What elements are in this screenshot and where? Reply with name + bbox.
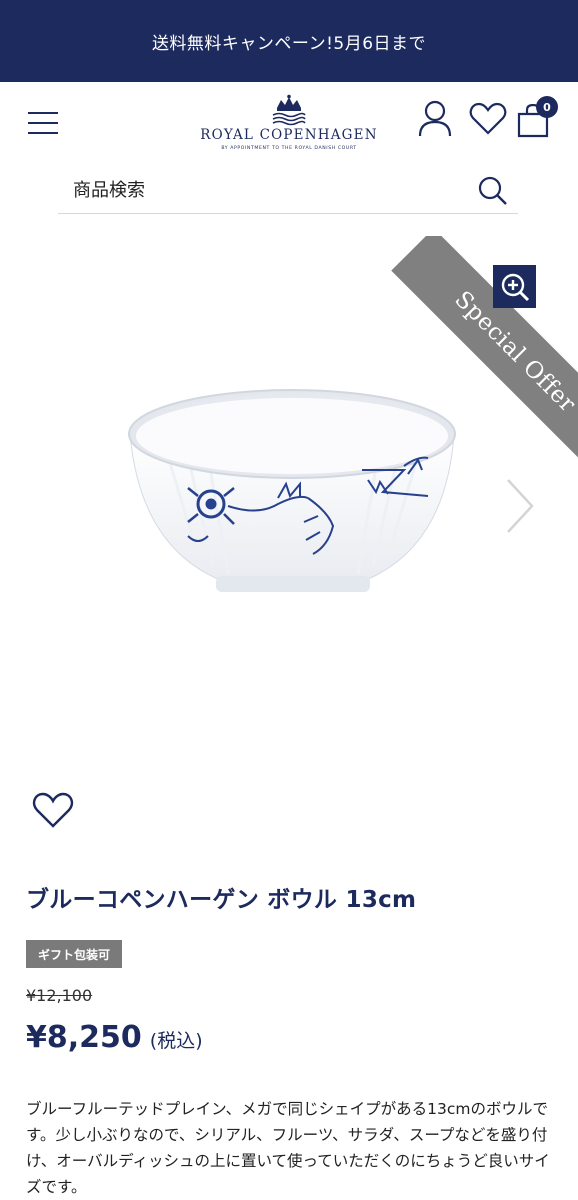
price-value: ¥8,250	[26, 1020, 142, 1055]
search-bar	[58, 166, 518, 214]
hamburger-menu-icon[interactable]	[28, 110, 58, 136]
gift-wrap-badge: ギフト包装可	[26, 940, 123, 968]
zoom-button[interactable]	[493, 265, 536, 308]
product-description: ブルーフルーテッドプレイン、メガで同じシェイプがある13cmのボウルです。少し小…	[26, 1100, 550, 1196]
sale-price: ¥8,250 (税込)	[26, 1020, 203, 1055]
cart-button[interactable]: 0	[516, 96, 558, 138]
product-title: ブルーコペンハーゲン ボウル 13cm	[26, 887, 417, 913]
brand-logo[interactable]: ROYAL COPENHAGEN BY APPOINTMENT TO THE R…	[186, 94, 392, 160]
promo-text: 送料無料キャンペーン!5月6日まで	[151, 33, 427, 54]
heart-icon[interactable]	[469, 102, 507, 136]
site-header: ROYAL COPENHAGEN BY APPOINTMENT TO THE R…	[0, 82, 578, 172]
logo-subtitle: BY APPOINTMENT TO THE ROYAL DANISH COURT	[221, 146, 357, 151]
logo-name: ROYAL COPENHAGEN	[200, 127, 378, 143]
product-image-gallery[interactable]: Special Offer	[0, 236, 578, 776]
crown-icon	[272, 94, 306, 126]
special-offer-ribbon: Special Offer	[0, 236, 578, 776]
heart-outline-icon[interactable]	[32, 792, 74, 830]
promo-banner: 送料無料キャンペーン!5月6日まで	[0, 0, 578, 82]
search-icon[interactable]	[478, 176, 508, 206]
tax-label: (税込)	[149, 1030, 203, 1052]
user-icon[interactable]	[418, 100, 452, 138]
search-input[interactable]	[58, 172, 458, 208]
zoom-in-icon	[501, 273, 529, 301]
chevron-right-icon[interactable]	[502, 476, 538, 536]
original-price: ¥12,100	[26, 986, 93, 1005]
cart-count-badge: 0	[536, 96, 558, 118]
